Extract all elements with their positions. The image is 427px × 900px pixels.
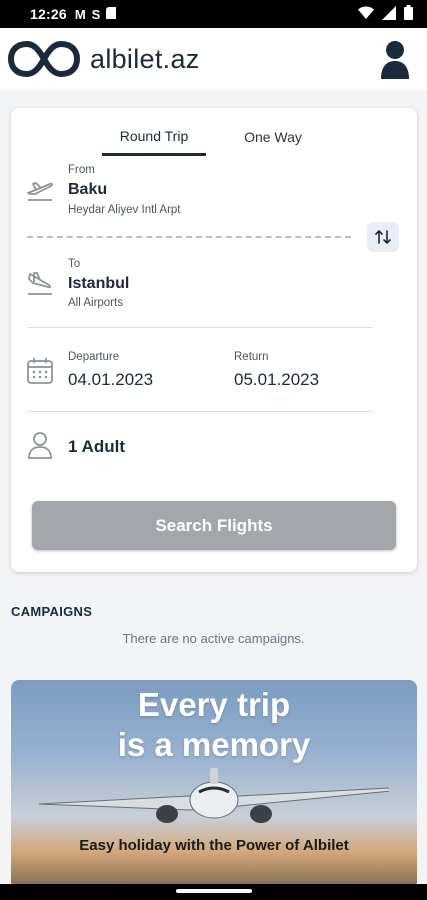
home-gesture-handle[interactable] bbox=[176, 889, 252, 893]
status-bar: 12:26 M S bbox=[0, 0, 427, 28]
passenger-count: 1 Adult bbox=[68, 437, 125, 456]
divider bbox=[27, 327, 373, 328]
airplane-image-icon bbox=[39, 768, 389, 823]
system-icons bbox=[358, 5, 413, 23]
departure-date: 04.01.2023 bbox=[68, 370, 154, 389]
from-city: Baku bbox=[68, 181, 108, 198]
system-nav-bar bbox=[0, 884, 427, 900]
trip-type-tabs: Round Trip One Way bbox=[11, 118, 417, 156]
departure-label: Departure bbox=[68, 351, 120, 363]
tab-round-trip[interactable]: Round Trip bbox=[102, 118, 206, 156]
wifi-icon bbox=[358, 6, 374, 22]
user-icon[interactable] bbox=[379, 39, 411, 79]
promo-banner[interactable]: Every trip is a memory Easy holiday with… bbox=[11, 680, 417, 890]
campaigns-heading: CAMPAIGNS bbox=[11, 604, 93, 619]
swap-arrows-icon bbox=[375, 230, 391, 244]
to-city: Istanbul bbox=[68, 275, 130, 292]
app-header: albilet.az bbox=[0, 28, 427, 90]
plane-landing-icon bbox=[28, 272, 52, 295]
swap-button[interactable] bbox=[367, 222, 399, 252]
divider bbox=[27, 411, 373, 412]
banner-headline-line2: is a memory bbox=[117, 726, 311, 763]
tab-one-way[interactable]: One Way bbox=[231, 118, 315, 156]
banner-subtitle: Easy holiday with the Power of Albilet bbox=[79, 837, 349, 854]
return-date: 05.01.2023 bbox=[234, 370, 320, 389]
search-flights-button[interactable]: Search Flights bbox=[32, 501, 396, 550]
brand-name: albilet.az bbox=[90, 43, 200, 74]
notification-icons: M S bbox=[75, 6, 117, 22]
calendar-icon bbox=[27, 358, 53, 384]
s-icon: S bbox=[91, 6, 101, 22]
signal-icon bbox=[382, 5, 396, 23]
campaigns-empty-message: There are no active campaigns. bbox=[122, 631, 305, 646]
route-divider bbox=[27, 236, 351, 238]
sd-card-icon bbox=[106, 6, 117, 22]
from-label: From bbox=[68, 164, 95, 176]
to-label: To bbox=[68, 258, 81, 270]
albilet-logo-icon bbox=[8, 40, 80, 78]
passenger-icon bbox=[28, 432, 52, 459]
to-airport: All Airports bbox=[68, 297, 123, 309]
status-time: 12:26 bbox=[30, 6, 67, 22]
gmail-icon: M bbox=[74, 6, 86, 22]
return-label: Return bbox=[234, 351, 269, 363]
from-airport: Heydar Aliyev Intl Arpt bbox=[68, 204, 181, 216]
flight-search-card: Round Trip One Way From Baku Heydar Aliy… bbox=[11, 108, 417, 572]
battery-icon bbox=[404, 5, 413, 23]
banner-headline-line1: Every trip bbox=[137, 686, 291, 723]
plane-takeoff-icon bbox=[27, 182, 53, 201]
